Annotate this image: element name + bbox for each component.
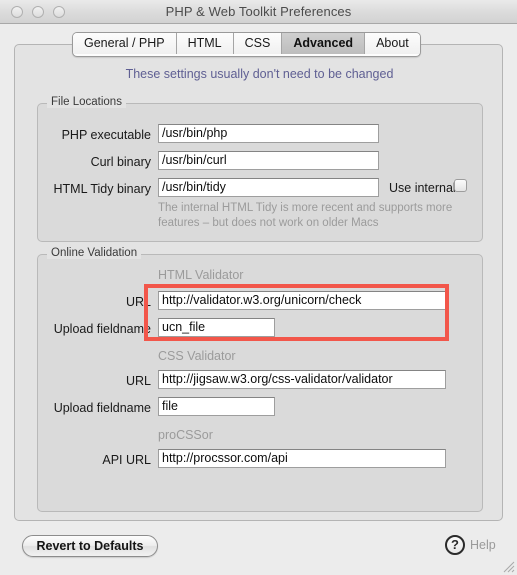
curl-binary-label: Curl binary [90,155,151,169]
window-titlebar: PHP & Web Toolkit Preferences [0,0,517,24]
css-validator-upload-fieldname-label: Upload fieldname [53,401,151,415]
tidy-hint-line-2: features – but does not work on older Ma… [158,217,379,229]
procssor-subhead: proCSSor [158,428,213,442]
curl-binary-field[interactable]: /usr/bin/curl [158,151,379,170]
php-executable-label: PHP executable [61,128,151,142]
tab-content-panel: These settings usually don't need to be … [14,44,503,521]
procssor-api-url-label: API URL [102,453,151,467]
css-validator-upload-fieldname-field[interactable]: file [158,397,275,416]
css-validator-url-label: URL [125,374,151,388]
html-validator-upload-fieldname-field[interactable]: ucn_file [158,318,275,337]
file-locations-group-title: File Locations [47,96,126,108]
window-title: PHP & Web Toolkit Preferences [165,4,352,19]
help-icon[interactable]: ? [445,535,465,555]
html-validator-subhead: HTML Validator [158,268,244,282]
html-validator-url-label: URL [125,295,151,309]
tab-advanced[interactable]: Advanced [282,33,366,54]
revert-to-defaults-button[interactable]: Revert to Defaults [22,535,158,557]
tab-about[interactable]: About [365,33,420,54]
use-internal-label: Use internal? [389,181,463,195]
tab-html[interactable]: HTML [176,33,234,54]
tidy-hint-line-1: The internal HTML Tidy is more recent an… [158,202,453,214]
css-validator-url-field[interactable]: http://jigsaw.w3.org/css-validator/valid… [158,370,446,389]
resize-grip-icon[interactable] [501,559,515,573]
tab-bar: General / PHP HTML CSS Advanced About [72,32,421,57]
online-validation-group-title: Online Validation [47,247,142,259]
html-tidy-binary-label: HTML Tidy binary [53,182,151,196]
help-label[interactable]: Help [470,538,496,552]
html-validator-upload-fieldname-label: Upload fieldname [53,322,151,336]
preferences-window: PHP & Web Toolkit Preferences General / … [0,0,517,575]
procssor-api-url-field[interactable]: http://procssor.com/api [158,449,446,468]
html-validator-url-field[interactable]: http://validator.w3.org/unicorn/check [158,291,446,310]
html-tidy-binary-field[interactable]: /usr/bin/tidy [158,178,379,197]
use-internal-checkbox[interactable] [454,179,467,192]
css-validator-subhead: CSS Validator [158,349,236,363]
settings-notice-text: These settings usually don't need to be … [125,67,394,81]
tab-general-php[interactable]: General / PHP [73,33,177,54]
tab-css[interactable]: CSS [233,33,283,54]
php-executable-field[interactable]: /usr/bin/php [158,124,379,143]
